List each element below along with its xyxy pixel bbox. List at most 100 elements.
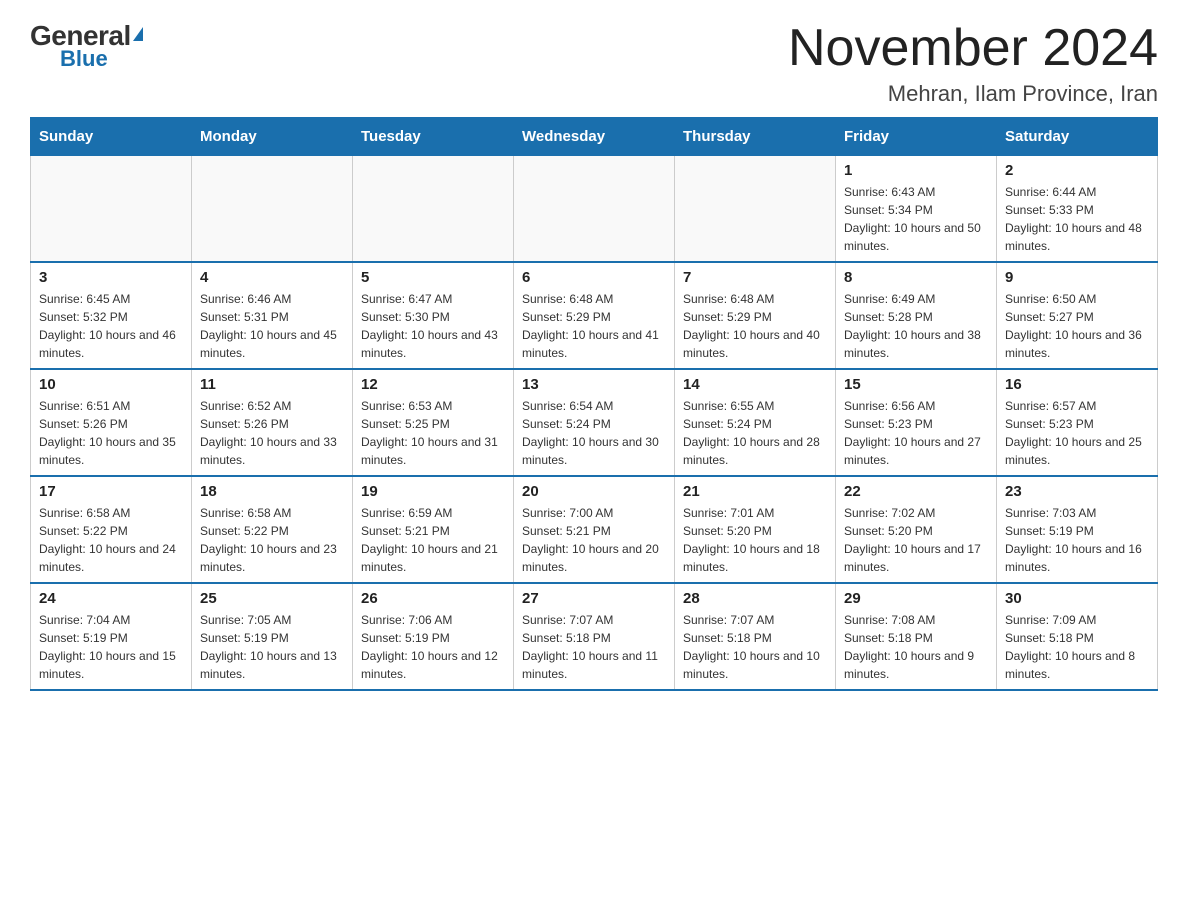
day-number: 5	[361, 269, 505, 286]
logo-blue-text: Blue	[60, 46, 108, 72]
day-number: 28	[683, 590, 827, 607]
day-info: Sunrise: 6:47 AMSunset: 5:30 PMDaylight:…	[361, 290, 505, 362]
page-header: General Blue November 2024 Mehran, Ilam …	[30, 20, 1158, 107]
day-cell: 4 Sunrise: 6:46 AMSunset: 5:31 PMDaylight…	[192, 262, 353, 369]
day-cell	[514, 156, 675, 263]
header-cell-friday: Friday	[836, 118, 997, 156]
day-info: Sunrise: 7:01 AMSunset: 5:20 PMDaylight:…	[683, 504, 827, 576]
header-cell-monday: Monday	[192, 118, 353, 156]
day-cell	[31, 156, 192, 263]
day-cell: 8 Sunrise: 6:49 AMSunset: 5:28 PMDaylight…	[836, 262, 997, 369]
day-info: Sunrise: 6:45 AMSunset: 5:32 PMDaylight:…	[39, 290, 183, 362]
day-info: Sunrise: 6:53 AMSunset: 5:25 PMDaylight:…	[361, 397, 505, 469]
day-number: 17	[39, 483, 183, 500]
day-info: Sunrise: 6:59 AMSunset: 5:21 PMDaylight:…	[361, 504, 505, 576]
day-cell: 11Sunrise: 6:52 AMSunset: 5:26 PMDayligh…	[192, 369, 353, 476]
day-info: Sunrise: 7:07 AMSunset: 5:18 PMDaylight:…	[683, 611, 827, 683]
calendar-subtitle: Mehran, Ilam Province, Iran	[788, 81, 1158, 107]
day-number: 19	[361, 483, 505, 500]
day-number: 6	[522, 269, 666, 286]
day-number: 30	[1005, 590, 1149, 607]
logo: General Blue	[30, 20, 143, 72]
day-cell: 27 Sunrise: 7:07 AMSunset: 5:18 PMDayligh…	[514, 583, 675, 690]
day-number: 20	[522, 483, 666, 500]
day-cell: 18 Sunrise: 6:58 AMSunset: 5:22 PMDayligh…	[192, 476, 353, 583]
day-cell: 1Sunrise: 6:43 AMSunset: 5:34 PMDaylight…	[836, 156, 997, 263]
day-number: 21	[683, 483, 827, 500]
day-number: 22	[844, 483, 988, 500]
day-cell: 29 Sunrise: 7:08 AMSunset: 5:18 PMDayligh…	[836, 583, 997, 690]
day-info: Sunrise: 7:06 AMSunset: 5:19 PMDaylight:…	[361, 611, 505, 683]
day-number: 14	[683, 376, 827, 393]
day-number: 15	[844, 376, 988, 393]
header-row: SundayMondayTuesdayWednesdayThursdayFrid…	[31, 118, 1158, 156]
day-number: 8	[844, 269, 988, 286]
week-row-1: 1Sunrise: 6:43 AMSunset: 5:34 PMDaylight…	[31, 156, 1158, 263]
day-cell: 21 Sunrise: 7:01 AMSunset: 5:20 PMDayligh…	[675, 476, 836, 583]
week-row-2: 3 Sunrise: 6:45 AMSunset: 5:32 PMDaylight…	[31, 262, 1158, 369]
day-info: Sunrise: 7:03 AMSunset: 5:19 PMDaylight:…	[1005, 504, 1149, 576]
day-number: 9	[1005, 269, 1149, 286]
day-info: Sunrise: 7:05 AMSunset: 5:19 PMDaylight:…	[200, 611, 344, 683]
day-number: 1	[844, 162, 988, 179]
day-info: Sunrise: 6:54 AMSunset: 5:24 PMDaylight:…	[522, 397, 666, 469]
logo-triangle-icon	[133, 27, 143, 41]
day-cell: 23 Sunrise: 7:03 AMSunset: 5:19 PMDayligh…	[997, 476, 1158, 583]
day-info: Sunrise: 7:00 AMSunset: 5:21 PMDaylight:…	[522, 504, 666, 576]
day-info: Sunrise: 6:55 AMSunset: 5:24 PMDaylight:…	[683, 397, 827, 469]
day-info: Sunrise: 7:04 AMSunset: 5:19 PMDaylight:…	[39, 611, 183, 683]
day-info: Sunrise: 6:58 AMSunset: 5:22 PMDaylight:…	[39, 504, 183, 576]
day-cell	[192, 156, 353, 263]
day-cell: 30 Sunrise: 7:09 AMSunset: 5:18 PMDayligh…	[997, 583, 1158, 690]
calendar-title: November 2024	[788, 20, 1158, 77]
day-cell: 15 Sunrise: 6:56 AMSunset: 5:23 PMDayligh…	[836, 369, 997, 476]
day-number: 11	[200, 376, 344, 393]
day-number: 23	[1005, 483, 1149, 500]
day-info: Sunrise: 6:48 AMSunset: 5:29 PMDaylight:…	[522, 290, 666, 362]
day-info: Sunrise: 6:56 AMSunset: 5:23 PMDaylight:…	[844, 397, 988, 469]
day-info: Sunrise: 6:46 AMSunset: 5:31 PMDaylight:…	[200, 290, 344, 362]
day-number: 29	[844, 590, 988, 607]
day-number: 18	[200, 483, 344, 500]
day-cell: 12 Sunrise: 6:53 AMSunset: 5:25 PMDayligh…	[353, 369, 514, 476]
day-cell: 9 Sunrise: 6:50 AMSunset: 5:27 PMDaylight…	[997, 262, 1158, 369]
calendar-body: 1Sunrise: 6:43 AMSunset: 5:34 PMDaylight…	[31, 156, 1158, 691]
day-number: 25	[200, 590, 344, 607]
day-info: Sunrise: 6:50 AMSunset: 5:27 PMDaylight:…	[1005, 290, 1149, 362]
day-number: 4	[200, 269, 344, 286]
day-info: Sunrise: 7:09 AMSunset: 5:18 PMDaylight:…	[1005, 611, 1149, 683]
calendar-title-block: November 2024 Mehran, Ilam Province, Ira…	[788, 20, 1158, 107]
day-cell: 2Sunrise: 6:44 AMSunset: 5:33 PMDaylight…	[997, 156, 1158, 263]
day-info: Sunrise: 7:08 AMSunset: 5:18 PMDaylight:…	[844, 611, 988, 683]
day-number: 3	[39, 269, 183, 286]
week-row-5: 24Sunrise: 7:04 AMSunset: 5:19 PMDayligh…	[31, 583, 1158, 690]
day-cell: 22 Sunrise: 7:02 AMSunset: 5:20 PMDayligh…	[836, 476, 997, 583]
day-info: Sunrise: 6:58 AMSunset: 5:22 PMDaylight:…	[200, 504, 344, 576]
day-info: Sunrise: 7:02 AMSunset: 5:20 PMDaylight:…	[844, 504, 988, 576]
day-number: 27	[522, 590, 666, 607]
calendar-header: SundayMondayTuesdayWednesdayThursdayFrid…	[31, 118, 1158, 156]
week-row-3: 10Sunrise: 6:51 AMSunset: 5:26 PMDayligh…	[31, 369, 1158, 476]
day-info: Sunrise: 7:07 AMSunset: 5:18 PMDaylight:…	[522, 611, 666, 683]
day-number: 16	[1005, 376, 1149, 393]
day-info: Sunrise: 6:57 AMSunset: 5:23 PMDaylight:…	[1005, 397, 1149, 469]
day-info: Sunrise: 6:44 AMSunset: 5:33 PMDaylight:…	[1005, 183, 1149, 255]
day-cell	[353, 156, 514, 263]
day-cell: 7Sunrise: 6:48 AMSunset: 5:29 PMDaylight…	[675, 262, 836, 369]
day-cell: 3 Sunrise: 6:45 AMSunset: 5:32 PMDaylight…	[31, 262, 192, 369]
calendar-table: SundayMondayTuesdayWednesdayThursdayFrid…	[30, 117, 1158, 691]
day-info: Sunrise: 6:48 AMSunset: 5:29 PMDaylight:…	[683, 290, 827, 362]
week-row-4: 17 Sunrise: 6:58 AMSunset: 5:22 PMDayligh…	[31, 476, 1158, 583]
day-number: 26	[361, 590, 505, 607]
day-cell: 10Sunrise: 6:51 AMSunset: 5:26 PMDayligh…	[31, 369, 192, 476]
day-cell: 26 Sunrise: 7:06 AMSunset: 5:19 PMDayligh…	[353, 583, 514, 690]
day-info: Sunrise: 6:49 AMSunset: 5:28 PMDaylight:…	[844, 290, 988, 362]
day-info: Sunrise: 6:51 AMSunset: 5:26 PMDaylight:…	[39, 397, 183, 469]
day-cell: 16 Sunrise: 6:57 AMSunset: 5:23 PMDayligh…	[997, 369, 1158, 476]
day-cell: 14 Sunrise: 6:55 AMSunset: 5:24 PMDayligh…	[675, 369, 836, 476]
day-number: 12	[361, 376, 505, 393]
day-cell: 6 Sunrise: 6:48 AMSunset: 5:29 PMDaylight…	[514, 262, 675, 369]
header-cell-sunday: Sunday	[31, 118, 192, 156]
header-cell-thursday: Thursday	[675, 118, 836, 156]
day-cell	[675, 156, 836, 263]
